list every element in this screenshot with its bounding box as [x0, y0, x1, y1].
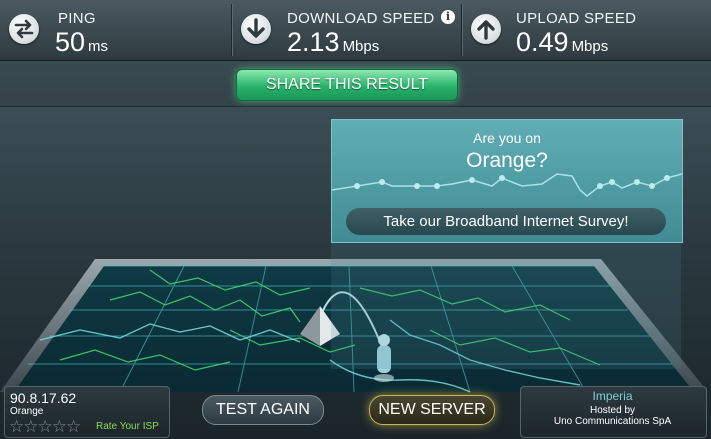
ping-label: PING — [58, 10, 96, 27]
ping-icon — [9, 14, 39, 44]
upload-value: 0.49 Mbps — [516, 27, 609, 57]
star-icon[interactable]: ☆ — [38, 417, 53, 436]
upload-arrow-icon — [471, 14, 501, 44]
broadband-survey-button[interactable]: Take our Broadband Internet Survey! — [346, 208, 666, 235]
survey-panel[interactable]: Are you on Orange? Take our Broadband In… — [331, 119, 683, 243]
share-result-button[interactable]: SHARE THIS RESULT — [236, 69, 458, 101]
host-name: Uno Communications SpA — [553, 416, 672, 427]
server-city: Imperia — [592, 389, 633, 403]
info-icon[interactable]: i — [441, 10, 455, 24]
survey-question-line1: Are you on — [473, 130, 541, 146]
client-ip: 90.8.17.62 — [10, 390, 77, 406]
star-icon[interactable]: ☆ — [66, 417, 81, 436]
server-host: Hosted by Uno Communications SpA — [520, 405, 705, 427]
rate-isp-link[interactable]: Rate Your ISP — [96, 421, 159, 432]
download-stat: DOWNLOAD SPEED 2.13 Mbps — [232, 0, 460, 60]
survey-sparkline — [332, 173, 682, 197]
ping-stat: PING 50 ms — [0, 0, 230, 60]
isp-rating-stars[interactable]: ☆☆☆☆☆ — [9, 417, 81, 437]
test-again-button[interactable]: TEST AGAIN — [202, 395, 324, 425]
ping-value: 50 ms — [55, 27, 109, 57]
hosted-by-label: Hosted by — [589, 405, 636, 416]
survey-overlay-shadow — [331, 241, 681, 369]
results-bar: PING 50 ms DOWNLOAD SPEED 2.13 Mbps i UPLO… — [0, 0, 711, 61]
star-icon[interactable]: ☆ — [9, 417, 24, 436]
new-server-button[interactable]: NEW SERVER — [369, 395, 495, 425]
star-icon[interactable]: ☆ — [52, 417, 67, 436]
upload-stat: UPLOAD SPEED 0.49 Mbps — [462, 0, 711, 60]
star-icon[interactable]: ☆ — [23, 417, 38, 436]
download-arrow-icon — [241, 14, 271, 44]
download-label: DOWNLOAD SPEED — [287, 10, 435, 27]
client-isp: Orange — [10, 406, 44, 417]
download-value: 2.13 Mbps — [287, 27, 380, 57]
upload-label: UPLOAD SPEED — [516, 10, 637, 27]
